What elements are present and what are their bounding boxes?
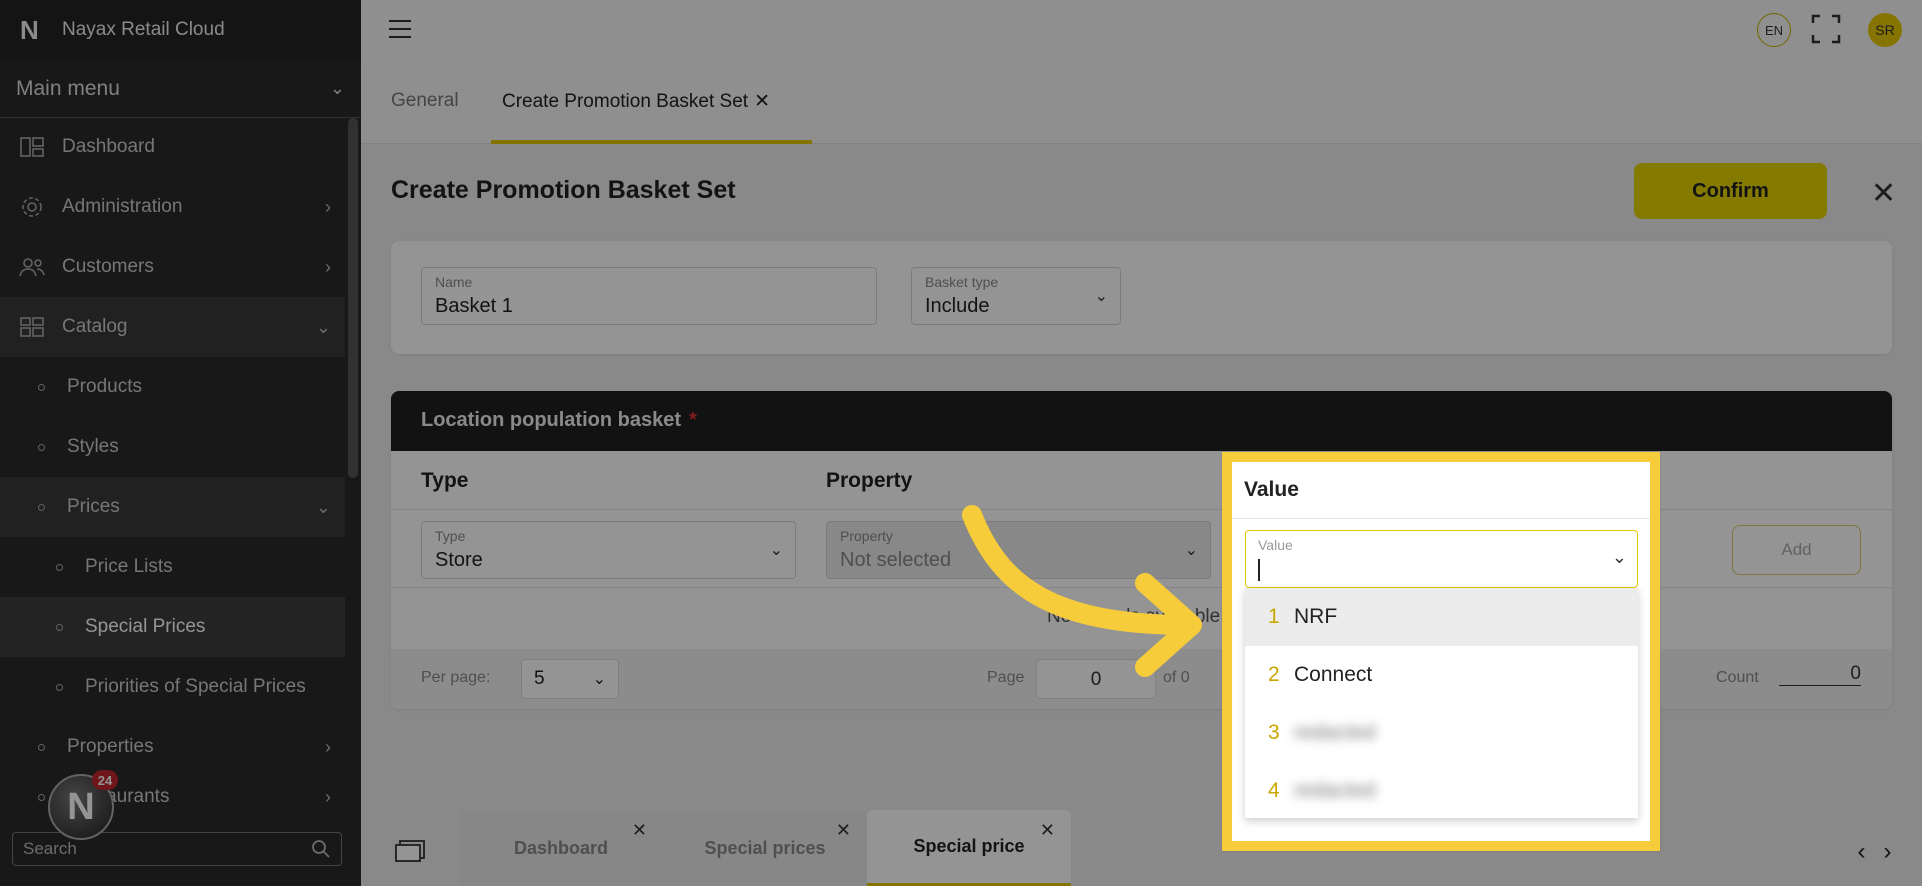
bottom-tab-special-prices[interactable]: Special prices ✕ [663, 810, 867, 886]
value-option[interactable]: 4 redacted [1245, 762, 1638, 820]
option-number: 2 [1268, 663, 1280, 686]
option-label-redacted: redacted [1294, 721, 1376, 744]
tab-navigation: ‹ › [1827, 818, 1922, 886]
chevron-right-icon[interactable]: › [1884, 838, 1892, 866]
bottom-tab-strip: Dashboard ✕ Special prices ✕ Special pri… [361, 810, 1922, 886]
value-options-list: 1 NRF 2 Connect 3 redacted 4 redacted [1245, 588, 1638, 818]
bottom-tab-dashboard[interactable]: Dashboard ✕ [459, 810, 663, 886]
close-icon[interactable]: ✕ [632, 820, 647, 841]
value-option[interactable]: 3 redacted [1245, 704, 1638, 762]
option-label: Connect [1294, 663, 1373, 686]
option-label: NRF [1294, 605, 1338, 628]
bottom-tab-label: Special prices [704, 837, 826, 858]
value-option[interactable]: 1 NRF [1245, 588, 1638, 646]
chevron-left-icon[interactable]: ‹ [1858, 838, 1866, 866]
bottom-tab-label: Special price [913, 836, 1025, 856]
bottom-tab-label: Dashboard [513, 837, 609, 858]
close-icon[interactable]: ✕ [1040, 820, 1055, 841]
value-column-highlight: Value Value ⌄ 1 NRF 2 Connect 3 redacted… [1222, 452, 1660, 851]
close-icon[interactable]: ✕ [836, 820, 851, 841]
option-label-redacted: redacted [1294, 779, 1376, 802]
option-number: 4 [1268, 779, 1280, 802]
divider [1232, 518, 1650, 519]
value-label: Value [1258, 537, 1293, 553]
text-caret [1258, 559, 1260, 581]
value-select[interactable]: Value ⌄ [1245, 530, 1638, 588]
chevron-down-icon: ⌄ [1611, 547, 1627, 567]
option-number: 3 [1268, 721, 1280, 744]
pointer-arrow-icon [962, 505, 1202, 677]
bottom-tab-special-price[interactable]: Special price ✕ [867, 810, 1071, 886]
option-number: 1 [1268, 605, 1280, 628]
column-header-value: Value [1244, 478, 1299, 501]
windows-icon[interactable] [395, 840, 425, 862]
value-option[interactable]: 2 Connect [1245, 646, 1638, 704]
